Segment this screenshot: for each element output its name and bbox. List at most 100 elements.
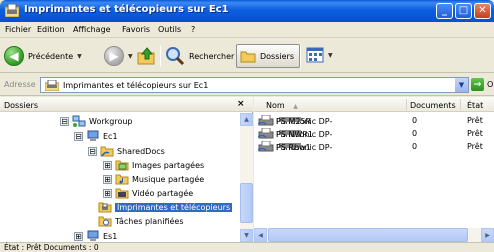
chevron-down-icon: ▼: [128, 52, 133, 60]
address-label: Adresse: [4, 80, 36, 89]
window-title: Imprimantes et télécopieurs sur Ec1: [24, 4, 229, 15]
tree-item-workgroup[interactable]: ⊟ Workgroup: [60, 115, 133, 127]
files-horizontal-scrollbar[interactable]: ◀ ▶: [254, 228, 494, 242]
menu-edition[interactable]: Edition: [37, 25, 65, 34]
tree-item-label: Es1: [103, 231, 118, 241]
menu-favoris[interactable]: Favoris: [122, 25, 150, 34]
toolbar-separator: [160, 45, 161, 67]
tasks-folder-icon: [98, 216, 112, 227]
tree-item-ec1[interactable]: ⊟ Ec1: [74, 130, 118, 142]
views-icon: [306, 47, 324, 63]
forward-button[interactable]: ▶ ▼: [104, 46, 133, 66]
tree-item-images[interactable]: ⊞ Images partagées: [103, 159, 204, 171]
column-header-name[interactable]: Nom ▲: [266, 101, 298, 110]
tree-item-tasks[interactable]: Tâches planifiées: [98, 215, 184, 227]
collapse-icon[interactable]: ⊟: [88, 146, 97, 156]
folders-label: Dossiers: [260, 51, 294, 61]
scroll-thumb[interactable]: [268, 228, 468, 242]
toolbar-separator: [300, 45, 301, 67]
scroll-right-icon[interactable]: ▶: [481, 228, 494, 242]
shared-folder-icon: [100, 146, 114, 157]
tree-item-label: Images partagées: [132, 160, 205, 170]
search-button[interactable]: Rechercher: [165, 46, 234, 66]
back-button[interactable]: ◀ Précédente ▼: [4, 46, 82, 66]
go-label: OK: [487, 80, 494, 89]
address-dropdown-button[interactable]: ▼: [454, 78, 468, 92]
scroll-left-icon[interactable]: ◀: [254, 228, 267, 242]
column-headers: Nom ▲ Documents État: [254, 97, 494, 112]
expand-icon[interactable]: ⊞: [103, 174, 112, 184]
search-label: Rechercher: [189, 51, 235, 61]
printer-state: Prêt: [467, 116, 483, 125]
printer-documents: 0: [412, 129, 418, 138]
printer-documents: 0: [412, 116, 418, 125]
menu-outils[interactable]: Outils: [158, 25, 181, 34]
tree-item-music[interactable]: ⊞ Musique partagée: [103, 173, 204, 185]
up-folder-button[interactable]: [137, 46, 157, 66]
maximize-button[interactable]: □: [455, 3, 472, 19]
minimize-button[interactable]: _: [436, 3, 453, 19]
tree-item-shareddocs[interactable]: ⊟ SharedDocs: [88, 145, 165, 157]
menu-affichage[interactable]: Affichage: [73, 25, 111, 34]
printers-folder-icon: [5, 4, 19, 17]
chevron-down-icon: ▼: [328, 51, 333, 59]
search-icon: [166, 47, 185, 66]
views-button[interactable]: ▼: [306, 47, 333, 63]
tree-item-label: Workgroup: [89, 116, 133, 126]
menu-fichier[interactable]: Fichier: [5, 25, 31, 34]
chevron-down-icon: ▼: [77, 52, 82, 60]
go-button[interactable]: → OK: [471, 78, 494, 91]
address-input[interactable]: Imprimantes et télécopieurs sur Ec1 ▼: [40, 77, 469, 93]
video-folder-icon: [115, 188, 129, 199]
back-arrow-icon: ◀: [4, 46, 24, 66]
tree-item-label: Ec1: [103, 131, 118, 141]
folders-button[interactable]: Dossiers: [236, 44, 300, 68]
tree-item-label: Vidéo partagée: [132, 188, 194, 198]
printer-icon: [258, 115, 274, 126]
column-header-documents[interactable]: Documents: [410, 101, 456, 110]
tree-item-es1[interactable]: ⊞ Es1: [74, 230, 117, 242]
collapse-icon[interactable]: ⊟: [74, 131, 83, 141]
tree-item-video[interactable]: ⊞ Vidéo partagée: [103, 187, 193, 199]
network-icon: [72, 115, 86, 127]
column-divider[interactable]: [460, 99, 461, 110]
tree-item-printers[interactable]: Imprimantes et télécopieurs: [98, 201, 233, 213]
printer-state: Prêt: [467, 129, 483, 138]
printers-folder-icon: [45, 80, 59, 91]
up-folder-icon: [137, 47, 155, 65]
folder-tree-scrollbar[interactable]: ▲ ▼: [240, 113, 253, 242]
menu-help[interactable]: ?: [191, 25, 195, 34]
title-bar[interactable]: Imprimantes et télécopieurs sur Ec1 _ □ …: [0, 0, 494, 22]
tree-item-label: SharedDocs: [117, 146, 165, 156]
close-button[interactable]: ✕: [474, 3, 491, 19]
file-row[interactable]: Panasonic DP- PS M25R 0 Prêt: [254, 115, 494, 127]
address-bar: Adresse Imprimantes et télécopieurs sur …: [0, 74, 494, 96]
address-value: Imprimantes et télécopieurs sur Ec1: [63, 81, 209, 90]
expand-icon[interactable]: ⊞: [74, 231, 83, 241]
printer-state: Prêt: [467, 142, 483, 151]
tree-item-label: Tâches planifiées: [115, 216, 184, 226]
expand-icon[interactable]: ⊞: [103, 160, 112, 170]
menu-bar: Fichier Edition Affichage Favoris Outils…: [0, 22, 494, 60]
folder-icon: [240, 51, 256, 63]
folders-pane: Dossiers × ⊟ Workgroup ⊟ Ec1 ⊟ SharedDoc…: [0, 97, 253, 242]
printer-icon: [258, 141, 274, 152]
file-row[interactable]: Panasonic DP- PS NWR1 0 Prêt: [254, 128, 494, 140]
column-header-state[interactable]: État: [467, 101, 483, 110]
tree-item-label: Imprimantes et télécopieurs: [115, 202, 233, 212]
images-folder-icon: [115, 160, 129, 171]
scroll-up-icon[interactable]: ▲: [240, 113, 253, 126]
collapse-icon[interactable]: ⊟: [60, 116, 69, 126]
expand-icon[interactable]: ⊞: [103, 188, 112, 198]
forward-arrow-icon: ▶: [104, 46, 124, 66]
file-row[interactable]: Panasonic DP- PS Rbw1 0 Prêt: [254, 141, 494, 153]
printers-folder-icon: [98, 202, 112, 213]
folders-pane-close-button[interactable]: ×: [237, 99, 245, 109]
printer-icon: [258, 128, 274, 139]
computer-icon: [87, 130, 99, 141]
music-folder-icon: [115, 174, 129, 185]
column-divider[interactable]: [406, 99, 407, 110]
scroll-down-icon[interactable]: ▼: [240, 229, 253, 242]
back-label: Précédente: [28, 51, 74, 61]
scroll-thumb[interactable]: [240, 183, 253, 223]
